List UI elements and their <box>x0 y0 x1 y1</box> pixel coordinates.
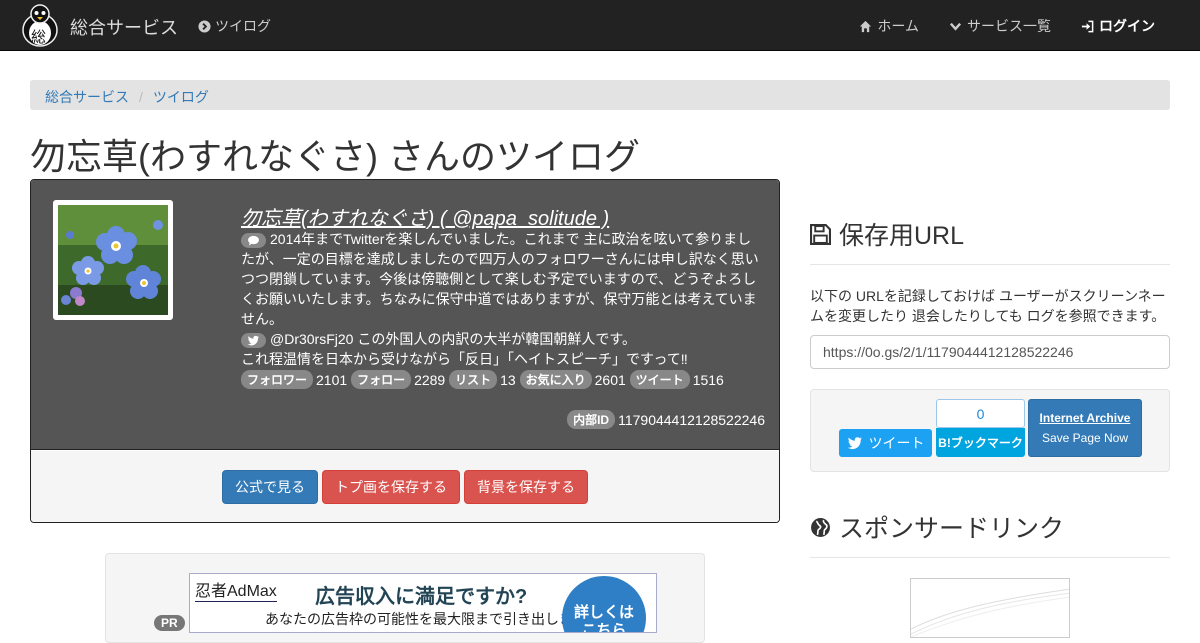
ad-brand: 忍者AdMax <box>195 577 277 602</box>
divider <box>810 557 1170 558</box>
stat-label: ツイート <box>629 370 690 389</box>
sponsored-heading: スポンサードリンク <box>810 509 1064 545</box>
avatar[interactable] <box>53 200 173 320</box>
nav-home-label: ホーム <box>877 18 919 34</box>
globe-icon <box>811 517 830 537</box>
ad-subtext: あなたの広告枠の可能性を最大限まで引き出します <box>265 611 587 627</box>
chevron-circle-right-icon <box>198 19 211 33</box>
tweet-button[interactable]: ツイート <box>839 429 932 457</box>
stat-label: フォロー <box>351 370 412 389</box>
profile-actions: 公式で見る トプ画を保存する 背景を保存する <box>31 451 779 522</box>
breadcrumb-item-service[interactable]: 総合サービス <box>45 89 129 105</box>
hatena-count: 0 <box>936 399 1025 428</box>
navbar: 総 総合サービス ツイログ ホーム サービス一覧 ログイン <box>0 0 1200 51</box>
breadcrumb-item-twilog[interactable]: ツイログ <box>153 89 209 105</box>
divider <box>810 264 1170 265</box>
ia-title: Internet Archive <box>1039 411 1131 425</box>
save-avatar-button[interactable]: トプ画を保存する <box>322 470 460 504</box>
tweet-label: ツイート <box>868 435 925 451</box>
nav-services-label: サービス一覧 <box>967 18 1051 34</box>
stat-label: リスト <box>449 370 498 389</box>
nav-twilog-link[interactable]: ツイログ <box>198 16 271 36</box>
profile-stats: フォロワー 2101 フォロー 2289 リスト 13 お気に入り 2601 ツイート 1… <box>241 370 724 389</box>
stat-value: 1516 <box>692 372 724 388</box>
profile-bio: 2014年までTwitterを楽しんでいました。これまで 主に政治を呟いて参りま… <box>241 229 763 369</box>
internet-archive-button[interactable]: Internet Archive Save Page Now <box>1028 399 1142 457</box>
nav-home[interactable]: ホーム <box>859 16 919 36</box>
internal-id: 内部ID 1179044412128522246 <box>567 410 765 429</box>
hatena-bookmark-button[interactable]: B!ブックマーク <box>936 428 1025 457</box>
twitter-bird-icon <box>847 437 862 450</box>
nav-right: ホーム サービス一覧 ログイン <box>859 16 1155 36</box>
logo-char: 総 <box>31 29 47 46</box>
nav-services[interactable]: サービス一覧 <box>949 16 1051 36</box>
view-official-button[interactable]: 公式で見る <box>222 470 318 504</box>
save-url-field[interactable] <box>810 335 1170 369</box>
stat-label: お気に入り <box>519 370 592 389</box>
nav-login-label: ログイン <box>1099 18 1155 34</box>
page-title: 勿忘草(わすれなぐさ) さんのツイログ <box>30 136 640 177</box>
internal-id-value: 1179044412128522246 <box>618 412 765 428</box>
brand-name[interactable]: 総合サービス <box>70 14 178 40</box>
profile-header: 勿忘草(わすれなぐさ) ( @papa_solitude ) 2014年までTw… <box>31 180 779 450</box>
home-icon <box>860 20 872 32</box>
profile-last-tweet-2: これ程温情を日本から受けながら「反日」「ヘイトスピーチ」ですって‼ <box>241 351 688 367</box>
breadcrumb: 総合サービス / ツイログ <box>30 80 1170 110</box>
profile-panel: 勿忘草(わすれなぐさ) ( @papa_solitude ) 2014年までTw… <box>30 179 780 523</box>
chevron-down-icon <box>949 22 962 31</box>
ia-subtitle: Save Page Now <box>1041 431 1129 445</box>
stat-value: 2101 <box>316 372 348 388</box>
ad-banner[interactable]: 忍者AdMax 広告収入に満足ですか? あなたの広告枠の可能性を最大限まで引き出… <box>189 573 657 633</box>
floppy-disk-icon <box>810 223 831 245</box>
ad-cta-line2: こちら <box>581 622 627 633</box>
share-box: ツイート 0 B!ブックマーク Internet Archive Save Pa… <box>810 389 1170 472</box>
forget-me-not-avatar-image <box>58 205 168 315</box>
twitter-icon <box>241 333 266 348</box>
sign-in-icon <box>1081 20 1094 32</box>
save-url-description: 以下の URLを記録しておけば ユーザーがスクリーンネームを変更したり 退会した… <box>810 288 1166 324</box>
ad-cta[interactable]: 詳しくは こちら <box>562 576 646 633</box>
pr-badge: PR <box>154 615 185 631</box>
stat-value: 13 <box>500 372 516 388</box>
save-url-heading: 保存用URL <box>810 216 964 252</box>
profile-last-tweet: @Dr30rsFj20 この外国人の内訳の大半が韓国朝鮮人です。 <box>270 331 636 347</box>
profile-bio-text: 2014年までTwitterを楽しんでいました。これまで 主に政治を呟いて参りま… <box>241 231 759 327</box>
stat-value: 2601 <box>594 372 626 388</box>
comment-icon <box>241 233 266 248</box>
sponsored-ad-image <box>911 588 1069 637</box>
sponsored-title: スポンサードリンク <box>839 515 1065 543</box>
sponsored-ad[interactable] <box>910 578 1070 638</box>
nav-login[interactable]: ログイン <box>1081 16 1155 36</box>
nav-twilog-label: ツイログ <box>215 18 271 34</box>
breadcrumb-separator: / <box>139 89 143 105</box>
internal-id-label: 内部ID <box>567 410 616 429</box>
save-background-button[interactable]: 背景を保存する <box>464 470 588 504</box>
stat-value: 2289 <box>414 372 446 388</box>
stat-label: フォロワー <box>241 370 314 389</box>
save-url-title: 保存用URL <box>839 222 965 250</box>
profile-name-link[interactable]: 勿忘草(わすれなぐさ) ( @papa_solitude ) <box>241 202 609 231</box>
penguin-logo-icon[interactable]: 総 <box>20 3 60 47</box>
ad-cta-line1: 詳しくは <box>573 604 634 621</box>
ad-headline: 広告収入に満足ですか? <box>315 586 528 608</box>
